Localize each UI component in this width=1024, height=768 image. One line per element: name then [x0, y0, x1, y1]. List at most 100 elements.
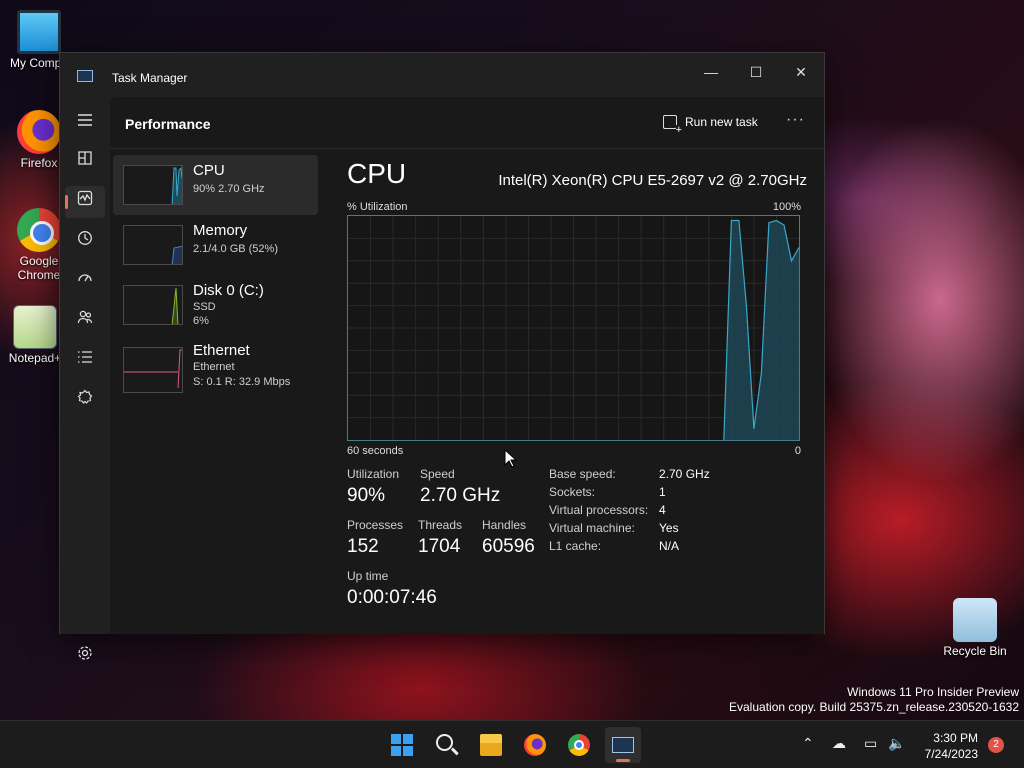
processes-label: Processes: [347, 518, 404, 532]
recycle-bin-icon: [953, 598, 997, 642]
settings-button[interactable]: [65, 641, 105, 673]
page-title: Performance: [125, 116, 211, 132]
run-new-task-label: Run new task: [685, 115, 758, 129]
folder-icon: [480, 734, 502, 756]
resource-memory[interactable]: Memory 2.1/4.0 GB (52%): [113, 215, 318, 275]
title-bar[interactable]: Task Manager — ☐ ✕: [60, 53, 824, 97]
nav-processes[interactable]: [65, 146, 105, 178]
graph-time-end: 0: [794, 445, 801, 457]
firefox-taskbar-button[interactable]: [517, 727, 553, 763]
settings-icon: [78, 646, 92, 660]
mouse-cursor-icon: [504, 449, 518, 468]
cpu-heading: CPU: [347, 158, 407, 189]
uptime-value: 0:00:07:46: [347, 587, 437, 608]
performance-icon: [77, 190, 93, 206]
resource-name: CPU: [193, 162, 225, 179]
users-icon: [77, 310, 93, 324]
cpu-model: Intel(R) Xeon(R) CPU E5-2697 v2 @ 2.70GH…: [498, 172, 807, 189]
command-bar: Performance Run new task ···: [110, 97, 824, 149]
resource-name: Disk 0 (C:): [193, 282, 264, 299]
cpu-graph-area: [723, 220, 799, 440]
resource-ethernet[interactable]: Ethernet Ethernet S: 0.1 R: 32.9 Mbps: [113, 335, 318, 405]
resource-detail: 2.1/4.0 GB (52%): [193, 243, 278, 255]
cpu-mini-graph: [123, 165, 183, 205]
resource-disk[interactable]: Disk 0 (C:) SSD 6%: [113, 275, 318, 335]
utilization-max-label: 100%: [772, 201, 801, 213]
task-manager-icon: [612, 737, 634, 753]
clock-date: 7/24/2023: [924, 747, 978, 761]
handles-label: Handles: [482, 518, 527, 532]
resource-detail-2: S: 0.1 R: 32.9 Mbps: [193, 376, 291, 388]
app-history-icon: [78, 231, 92, 245]
resource-detail: 90% 2.70 GHz: [193, 183, 265, 195]
nav-performance[interactable]: [65, 186, 105, 218]
resource-detail: Ethernet: [193, 361, 235, 373]
nav-app-history[interactable]: [65, 226, 105, 258]
taskbar: ⌃ ☁ ▭ 🔈 3:30 PM 7/24/2023 2: [0, 720, 1024, 768]
chrome-icon: [568, 734, 590, 756]
memory-mini-graph: [123, 225, 183, 265]
handles-value: 60596: [482, 536, 535, 557]
volume-icon[interactable]: 🔈: [888, 735, 905, 752]
nav-services[interactable]: [65, 385, 105, 417]
virtual-machine-label: Virtual machine:: [549, 521, 635, 535]
hamburger-menu-button[interactable]: [65, 107, 105, 139]
windows-logo-icon: [391, 734, 413, 756]
resource-detail-2: 6%: [193, 315, 209, 327]
desktop-icon-recycle-bin[interactable]: Recycle Bin: [938, 598, 1012, 658]
search-icon: [436, 734, 453, 751]
resource-name: Ethernet: [193, 342, 250, 359]
sockets-label: Sockets:: [549, 485, 596, 499]
watermark-line-1: Windows 11 Pro Insider Preview: [847, 685, 1019, 699]
speed-value: 2.70 GHz: [420, 485, 501, 506]
threads-label: Threads: [418, 518, 463, 532]
l1-cache-label: L1 cache:: [549, 539, 602, 553]
run-new-task-button[interactable]: Run new task: [663, 115, 758, 135]
performance-page: Performance Run new task ··· CPU 90% 2.7…: [110, 97, 824, 634]
nav-details[interactable]: [65, 345, 105, 377]
navigation-rail: [60, 97, 110, 660]
maximize-button[interactable]: ☐: [733, 57, 779, 87]
close-button[interactable]: ✕: [778, 57, 824, 87]
task-manager-app-icon: [77, 70, 93, 82]
search-button[interactable]: [429, 727, 465, 763]
nav-users[interactable]: [65, 305, 105, 337]
firefox-icon: [524, 734, 546, 756]
base-speed-label: Base speed:: [549, 467, 616, 481]
resource-detail: SSD: [193, 301, 216, 313]
cpu-utilization-graph: [347, 215, 800, 441]
notification-badge[interactable]: 2: [988, 737, 1004, 753]
clock-time: 3:30 PM: [933, 731, 978, 745]
graph-time-span: 60 seconds: [347, 445, 404, 457]
sockets-value: 1: [659, 485, 666, 499]
nav-startup-apps[interactable]: [65, 265, 105, 297]
network-disconnected-icon[interactable]: ☁: [832, 735, 846, 752]
desktop-icon-label: Recycle Bin: [943, 644, 1007, 658]
resource-name: Memory: [193, 222, 248, 239]
ethernet-mini-graph: [123, 347, 183, 393]
notepad-plus-icon: [13, 305, 57, 349]
run-task-icon: [663, 115, 682, 135]
l1-cache-value: N/A: [659, 539, 680, 553]
show-hidden-icons-button[interactable]: ⌃: [802, 735, 814, 752]
disk-mini-graph: [123, 285, 183, 325]
task-manager-window: Task Manager — ☐ ✕ Performance + Run new…: [59, 52, 825, 660]
active-app-indicator: [616, 759, 630, 762]
resource-cpu[interactable]: CPU 90% 2.70 GHz: [113, 155, 318, 215]
minimize-button[interactable]: —: [688, 57, 734, 87]
chrome-taskbar-button[interactable]: [561, 727, 597, 763]
task-manager-taskbar-button[interactable]: [605, 727, 641, 763]
virtual-processors-value: 4: [659, 503, 666, 517]
cpu-graph-svg: [348, 216, 799, 440]
file-explorer-button[interactable]: [473, 727, 509, 763]
clock[interactable]: 3:30 PM 7/24/2023: [916, 730, 978, 762]
speed-label: Speed: [420, 467, 455, 481]
network-icon[interactable]: ▭: [864, 735, 877, 752]
more-options-button[interactable]: ···: [786, 111, 805, 129]
utilization-axis-label: % Utilization: [347, 201, 408, 213]
firefox-icon: [17, 110, 61, 154]
processes-value: 152: [347, 536, 379, 557]
virtual-machine-value: Yes: [659, 521, 679, 535]
start-button[interactable]: [384, 727, 420, 763]
processes-icon: [78, 151, 92, 165]
